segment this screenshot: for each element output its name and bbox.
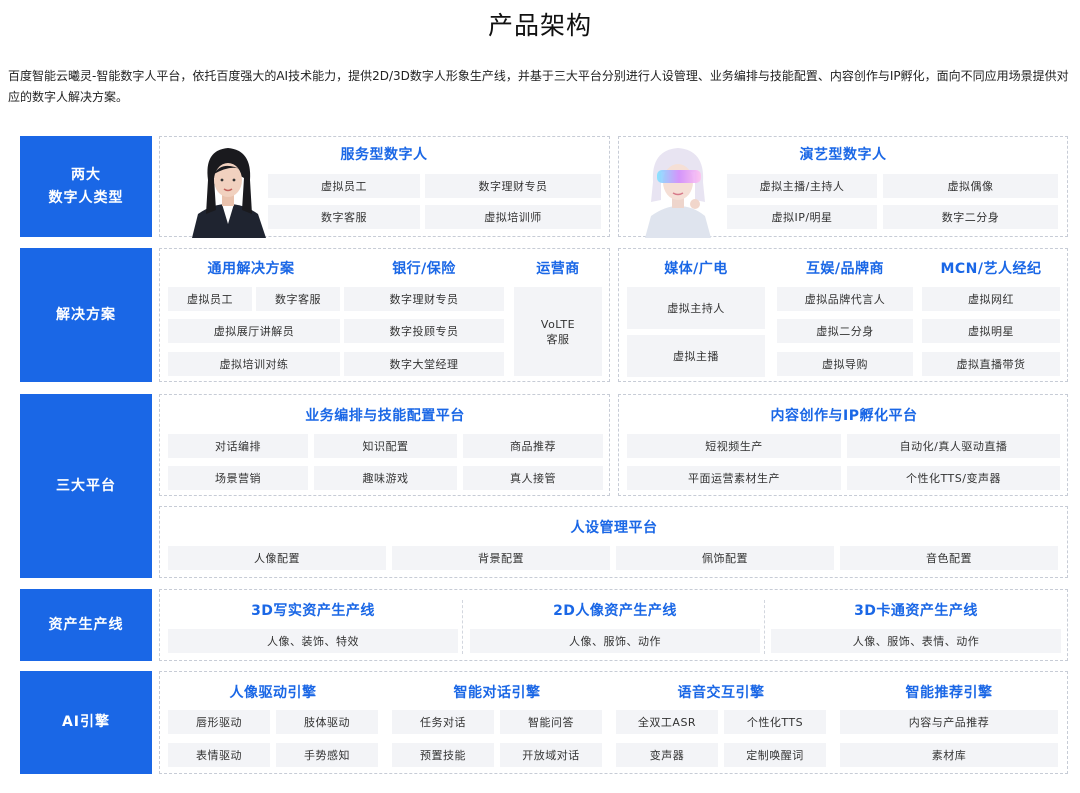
general-solution-item: 虚拟员工 <box>168 287 252 311</box>
ai-engine-item: 预置技能 <box>392 743 494 767</box>
entertainment-brand-item: 虚拟导购 <box>777 352 913 376</box>
content-platform-item: 平面运营素材生产 <box>627 466 841 490</box>
media-broadcast-item: 虚拟主播 <box>627 335 765 377</box>
operator-item-line1: VoLTE <box>540 317 576 331</box>
page-title: 产品架构 <box>487 11 592 40</box>
general-solution-item: 数字客服 <box>256 287 340 311</box>
persona-platform-panel: 人设管理平台 人像配置 背景配置 佩饰配置 音色配置 <box>159 506 1068 578</box>
row-label-line2: 数字人类型 <box>48 189 124 206</box>
ai-engine-title: 智能对话引擎 <box>453 685 541 701</box>
intro-paragraph: 百度智能云曦灵-智能数字人平台，依托百度强大的AI技术能力，提供2D/3D数字人… <box>8 69 1069 104</box>
business-platform-item: 对话编排 <box>168 434 308 458</box>
ai-engine-item: 任务对话 <box>392 710 494 734</box>
row-label-ai-engine: AI引擎 <box>20 671 152 774</box>
ai-engine-item: 素材库 <box>840 743 1058 767</box>
ai-engine-title: 智能推荐引擎 <box>905 685 993 701</box>
content-platform-panel: 内容创作与IP孵化平台 短视频生产 自动化/真人驱动直播 平面运营素材生产 个性… <box>618 394 1068 496</box>
ai-engine-item: 个性化TTS <box>724 710 826 734</box>
mcn-agency-item: 虚拟明星 <box>922 319 1060 343</box>
row-label-line1: 两大 <box>71 166 101 183</box>
business-platform-item: 真人接管 <box>463 466 603 490</box>
general-solution-item: 虚拟展厅讲解员 <box>168 319 340 343</box>
solutions-right-panel: 媒体/广电 虚拟主持人 虚拟主播 互娱/品牌商 虚拟品牌代言人 虚拟二分身 虚拟… <box>618 248 1068 382</box>
persona-platform-item: 佩饰配置 <box>616 546 834 570</box>
asset-divider <box>462 600 463 654</box>
asset-divider <box>764 600 765 654</box>
performance-item: 数字二分身 <box>883 205 1058 229</box>
ai-engine-item: 定制唤醒词 <box>724 743 826 767</box>
ai-engine-item: 肢体驱动 <box>276 710 378 734</box>
service-item: 数字客服 <box>268 205 420 229</box>
content-platform-title: 内容创作与IP孵化平台 <box>770 408 918 424</box>
solutions-left-panel: 通用解决方案 虚拟员工 数字客服 虚拟展厅讲解员 虚拟培训对练 银行/保险 数字… <box>159 248 610 382</box>
asset-line-title: 3D卡通资产生产线 <box>854 603 978 619</box>
business-platform-title: 业务编排与技能配置平台 <box>305 408 465 424</box>
mcn-agency-title: MCN/艺人经纪 <box>940 261 1042 277</box>
bank-insurance-item: 数字投顾专员 <box>344 319 504 343</box>
general-solution-title: 通用解决方案 <box>207 261 295 277</box>
business-platform-item: 知识配置 <box>314 434 457 458</box>
ai-engine-title: 人像驱动引擎 <box>229 685 317 701</box>
asset-line-title: 3D写实资产生产线 <box>251 603 375 619</box>
asset-line-title: 2D人像资产生产线 <box>553 603 677 619</box>
ai-engine-item: 唇形驱动 <box>168 710 270 734</box>
operator-item: VoLTE 客服 <box>514 287 602 376</box>
row-label-solutions: 解决方案 <box>20 248 152 382</box>
general-solution-item: 虚拟培训对练 <box>168 352 340 376</box>
ai-engine-item: 开放域对话 <box>500 743 602 767</box>
performance-human-title: 演艺型数字人 <box>799 147 887 163</box>
ai-engine-item: 表情驱动 <box>168 743 270 767</box>
row-label-asset-pipeline: 资产生产线 <box>20 589 152 661</box>
media-broadcast-item: 虚拟主持人 <box>627 287 765 329</box>
mcn-agency-item: 虚拟直播带货 <box>922 352 1060 376</box>
performance-item: 虚拟IP/明星 <box>727 205 877 229</box>
service-item: 虚拟员工 <box>268 174 420 198</box>
asset-line-desc: 人像、服饰、表情、动作 <box>771 629 1061 653</box>
operator-title: 运营商 <box>536 261 580 277</box>
entertainment-brand-title: 互娱/品牌商 <box>805 261 885 277</box>
performance-human-panel: 演艺型数字人 虚拟主播/主持人 虚拟偶像 虚拟IP/明星 数字二分身 <box>618 136 1068 238</box>
service-human-title: 服务型数字人 <box>340 147 428 163</box>
asset-pipeline-panel: 3D写实资产生产线 人像、装饰、特效 2D人像资产生产线 人像、服饰、动作 3D… <box>159 589 1068 661</box>
asset-line-desc: 人像、装饰、特效 <box>168 629 458 653</box>
performance-avatar-icon <box>645 148 711 238</box>
persona-platform-item: 背景配置 <box>392 546 610 570</box>
entertainment-brand-item: 虚拟二分身 <box>777 319 913 343</box>
business-platform-item: 商品推荐 <box>463 434 603 458</box>
operator-item-line2: 客服 <box>546 332 570 346</box>
ai-engine-title: 语音交互引擎 <box>677 685 765 701</box>
performance-item: 虚拟主播/主持人 <box>727 174 877 198</box>
service-human-panel: 服务型数字人 虚拟员工 数字理财专员 数字客服 虚拟培训师 <box>159 136 610 238</box>
ai-engine-item: 变声器 <box>616 743 718 767</box>
ai-engine-item: 全双工ASR <box>616 710 718 734</box>
ai-engine-item: 内容与产品推荐 <box>840 710 1058 734</box>
bank-insurance-item: 数字大堂经理 <box>344 352 504 376</box>
business-platform-item: 场景营销 <box>168 466 308 490</box>
row-label-digital-human-types: 两大 数字人类型 <box>20 136 152 237</box>
asset-line-desc: 人像、服饰、动作 <box>470 629 760 653</box>
content-platform-item: 个性化TTS/变声器 <box>847 466 1060 490</box>
bank-insurance-item: 数字理财专员 <box>344 287 504 311</box>
persona-platform-item: 音色配置 <box>840 546 1058 570</box>
row-label-three-platforms: 三大平台 <box>20 394 152 578</box>
ai-engine-panel: 人像驱动引擎 唇形驱动 肢体驱动 表情驱动 手势感知 智能对话引擎 任务对话 智… <box>159 671 1068 774</box>
ai-engine-item: 智能问答 <box>500 710 602 734</box>
business-platform-panel: 业务编排与技能配置平台 对话编排 知识配置 商品推荐 场景营销 趣味游戏 真人接… <box>159 394 610 496</box>
ai-engine-item: 手势感知 <box>276 743 378 767</box>
service-avatar-icon <box>192 148 266 238</box>
content-platform-item: 自动化/真人驱动直播 <box>847 434 1060 458</box>
content-platform-item: 短视频生产 <box>627 434 841 458</box>
mcn-agency-item: 虚拟网红 <box>922 287 1060 311</box>
business-platform-item: 趣味游戏 <box>314 466 457 490</box>
service-item: 数字理财专员 <box>425 174 601 198</box>
persona-platform-item: 人像配置 <box>168 546 386 570</box>
media-broadcast-title: 媒体/广电 <box>664 261 728 277</box>
bank-insurance-title: 银行/保险 <box>392 261 456 277</box>
entertainment-brand-item: 虚拟品牌代言人 <box>777 287 913 311</box>
service-item: 虚拟培训师 <box>425 205 601 229</box>
performance-item: 虚拟偶像 <box>883 174 1058 198</box>
persona-platform-title: 人设管理平台 <box>570 520 658 536</box>
